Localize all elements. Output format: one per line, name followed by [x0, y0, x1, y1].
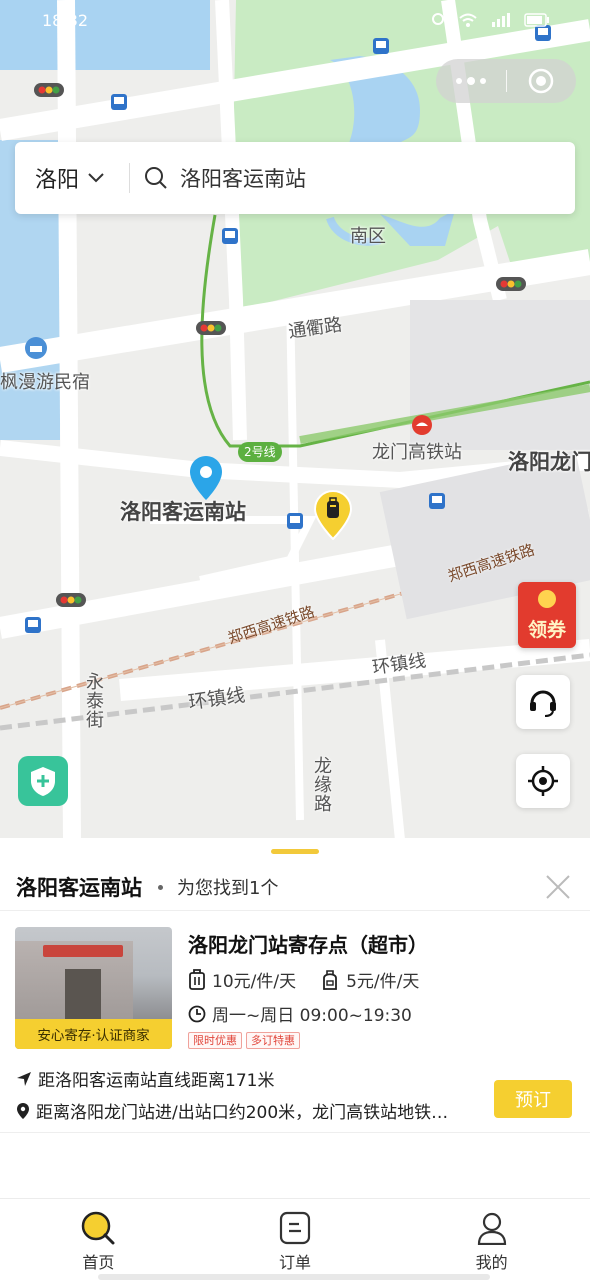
bottom-tab-bar: 首页 订单 我的	[0, 1198, 590, 1280]
coupon-label: 领券	[527, 619, 566, 641]
search-icon	[145, 167, 167, 189]
headset-icon	[530, 690, 556, 717]
user-icon	[477, 1212, 506, 1245]
separator-dot	[158, 884, 163, 890]
bus-stop-icon	[429, 493, 445, 509]
location-status-icon	[432, 13, 444, 25]
distance-text: 距洛阳客运南站直线距离171米	[38, 1071, 275, 1091]
large-luggage-icon	[189, 968, 205, 990]
price-small: 5元/件/天	[346, 972, 420, 992]
search-input[interactable]: 洛阳客运南站	[130, 142, 575, 214]
divider	[0, 910, 590, 911]
map-label-south-district: 南区	[350, 226, 386, 247]
hostel-icon	[25, 337, 47, 359]
wifi-icon	[459, 13, 477, 27]
tab-home[interactable]: 首页	[0, 1199, 197, 1280]
tab-orders[interactable]: 订单	[197, 1199, 394, 1280]
traffic-light-icon	[496, 277, 526, 291]
status-icons	[430, 12, 550, 28]
navigation-arrow-icon	[17, 1071, 31, 1086]
bus-stop-icon	[222, 228, 238, 244]
traffic-light-icon	[56, 593, 86, 607]
bus-stop-icon	[111, 94, 127, 110]
signal-icon	[492, 13, 510, 27]
store-photo: 安心寄存·认证商家	[15, 927, 172, 1049]
bus-stop-icon	[25, 617, 41, 633]
coupon-button[interactable]: 领券	[518, 582, 576, 648]
shield-plus-icon	[31, 767, 55, 796]
price-large-item: 10元/件/天	[188, 967, 296, 992]
promo-tag: 多订特惠	[246, 1032, 300, 1049]
promo-tags: 限时优惠 多订特惠	[188, 1032, 300, 1049]
hours-row: 周一~周日 09:00~19:30	[188, 1001, 412, 1026]
tab-label: 订单	[279, 1253, 312, 1272]
price-large: 10元/件/天	[212, 972, 297, 992]
tab-label: 我的	[475, 1253, 508, 1272]
search-icon	[82, 1211, 115, 1245]
storage-result-card[interactable]: 安心寄存·认证商家 洛阳龙门站寄存点（超市） 10元/件/天 5元/件/天 周一…	[0, 914, 590, 1130]
map-label-luoyang-longmen: 洛阳龙门	[508, 450, 590, 474]
book-button[interactable]: 预订	[494, 1080, 572, 1118]
railway-station-icon	[412, 415, 432, 435]
divider	[0, 1132, 590, 1133]
clock-icon	[188, 1005, 206, 1022]
map-label-bus-station: 洛阳客运南站	[120, 500, 246, 524]
map-label-longyuan-road: 龙缘路	[311, 756, 332, 813]
map-label-hostel: 枫漫游民宿	[0, 372, 90, 393]
search-query: 洛阳客运南站	[180, 167, 306, 191]
map-label-yongtai-street: 永泰街	[83, 672, 104, 729]
city-label: 洛阳	[35, 168, 80, 193]
promo-tag: 限时优惠	[188, 1032, 242, 1049]
close-icon[interactable]	[544, 873, 572, 901]
tab-mine[interactable]: 我的	[393, 1199, 590, 1280]
bus-stop-icon	[287, 513, 303, 529]
safety-shield-button[interactable]	[18, 756, 68, 806]
store-name: 洛阳龙门站寄存点（超市）	[188, 933, 428, 957]
target-circle-icon[interactable]	[507, 68, 577, 94]
price-row: 10元/件/天 5元/件/天	[188, 967, 419, 992]
sheet-title: 洛阳客运南站	[16, 876, 142, 900]
city-select[interactable]: 洛阳	[15, 142, 129, 214]
opening-hours: 周一~周日 09:00~19:30	[212, 1006, 412, 1026]
address-row: 距离洛阳龙门站进/出站口约200米，龙门高铁站地铁…	[16, 1098, 476, 1123]
search-bar: 洛阳 洛阳客运南站	[15, 142, 575, 214]
backpack-icon	[323, 969, 337, 990]
battery-icon	[524, 13, 549, 27]
certified-merchant-tag: 安心寄存·认证商家	[15, 1019, 172, 1049]
customer-service-button[interactable]	[516, 675, 570, 729]
traffic-light-icon	[34, 83, 64, 97]
mini-program-capsule	[436, 59, 576, 103]
map-label-longmen-station: 龙门高铁站	[372, 442, 462, 463]
map-view[interactable]: 南区 通衢路 枫漫游民宿 龙门高铁站 洛阳龙门 洛阳客运南站 郑西高速铁路 郑西…	[0, 0, 590, 840]
price-small-item: 5元/件/天	[320, 967, 419, 992]
location-pin-icon[interactable]	[189, 455, 223, 501]
locate-me-button[interactable]	[516, 754, 570, 808]
order-icon	[279, 1211, 311, 1245]
luggage-storage-marker-icon[interactable]	[314, 490, 352, 540]
chevron-down-icon	[88, 173, 104, 183]
tab-label: 首页	[82, 1253, 115, 1272]
map-pin-icon	[17, 1102, 29, 1119]
more-dots-icon[interactable]	[436, 77, 506, 85]
sheet-header: 洛阳客运南站 为您找到1个	[0, 864, 590, 910]
status-bar: 18:32	[0, 0, 590, 40]
sheet-drag-handle[interactable]	[271, 849, 319, 854]
metro-line-badge: 2号线	[238, 442, 282, 462]
result-count: 为您找到1个	[177, 878, 279, 899]
results-sheet: 洛阳客运南站 为您找到1个 安心寄存·认证商家 洛阳龙门站寄存点（超市） 10元…	[0, 838, 590, 1198]
crosshair-icon	[528, 766, 558, 796]
home-indicator	[98, 1274, 490, 1280]
distance-row: 距洛阳客运南站直线距离171米	[16, 1066, 274, 1091]
traffic-light-icon	[196, 321, 226, 335]
status-time: 18:32	[42, 10, 89, 30]
address-text: 距离洛阳龙门站进/出站口约200米，龙门高铁站地铁…	[36, 1103, 449, 1123]
coin-icon	[538, 590, 556, 608]
